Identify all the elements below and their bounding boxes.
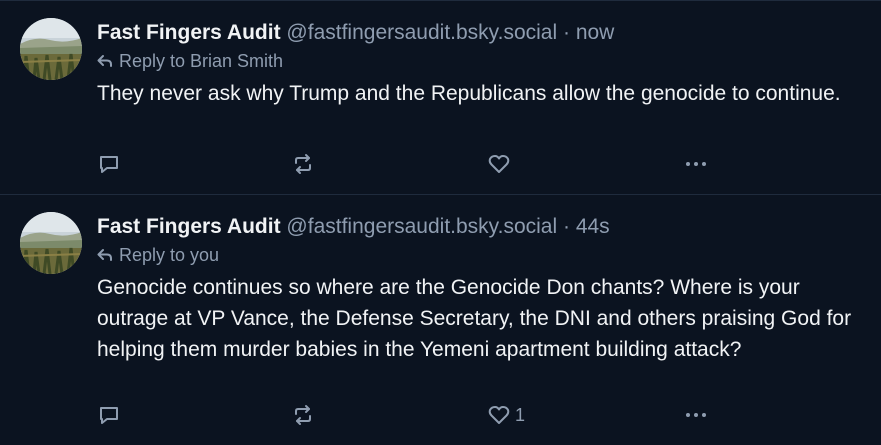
- more-options-button[interactable]: [683, 403, 709, 427]
- repost-arrows-icon: [291, 403, 315, 427]
- more-options-button[interactable]: [683, 152, 709, 176]
- repost-button[interactable]: [291, 403, 315, 427]
- heart-icon: [487, 152, 511, 176]
- timestamp[interactable]: now: [576, 21, 615, 44]
- ellipsis-icon: [683, 152, 709, 176]
- heart-icon: [487, 403, 511, 427]
- post-actions: 1: [97, 403, 737, 427]
- separator: ·: [562, 21, 570, 44]
- repost-button[interactable]: [291, 152, 315, 176]
- author-handle[interactable]: @fastfingersaudit.bsky.social: [286, 215, 557, 238]
- post-item[interactable]: Fast Fingers Audit @fastfingersaudit.bsk…: [0, 195, 881, 445]
- avatar[interactable]: [20, 18, 82, 80]
- timestamp[interactable]: 44s: [576, 215, 610, 238]
- reply-arrow-icon: [97, 54, 113, 68]
- reply-context[interactable]: Reply to Brian Smith: [97, 50, 851, 72]
- like-count: 1: [515, 404, 526, 425]
- reply-to-label: Reply to Brian Smith: [119, 51, 284, 71]
- post-header: Fast Fingers Audit @fastfingersaudit.bsk…: [97, 213, 851, 241]
- like-button[interactable]: 1: [487, 403, 525, 427]
- author-name[interactable]: Fast Fingers Audit: [97, 215, 281, 238]
- post-item[interactable]: Fast Fingers Audit @fastfingersaudit.bsk…: [0, 0, 881, 194]
- separator: ·: [562, 215, 570, 238]
- post-text: They never ask why Trump and the Republi…: [97, 82, 841, 105]
- post-header: Fast Fingers Audit @fastfingersaudit.bsk…: [97, 19, 851, 47]
- speech-bubble-icon: [97, 152, 121, 176]
- speech-bubble-icon: [97, 403, 121, 427]
- reply-arrow-icon: [97, 248, 113, 262]
- author-name[interactable]: Fast Fingers Audit: [97, 21, 281, 44]
- reply-context[interactable]: Reply to you: [97, 244, 851, 266]
- author-handle[interactable]: @fastfingersaudit.bsky.social: [286, 21, 557, 44]
- avatar[interactable]: [20, 212, 82, 274]
- like-button[interactable]: [487, 152, 515, 176]
- repost-arrows-icon: [291, 152, 315, 176]
- reply-to-label: Reply to you: [119, 245, 220, 265]
- reply-button[interactable]: [97, 403, 121, 427]
- post-text: Genocide continues so where are the Geno…: [97, 276, 852, 361]
- ellipsis-icon: [683, 403, 709, 427]
- reply-button[interactable]: [97, 152, 121, 176]
- post-actions: [97, 152, 737, 176]
